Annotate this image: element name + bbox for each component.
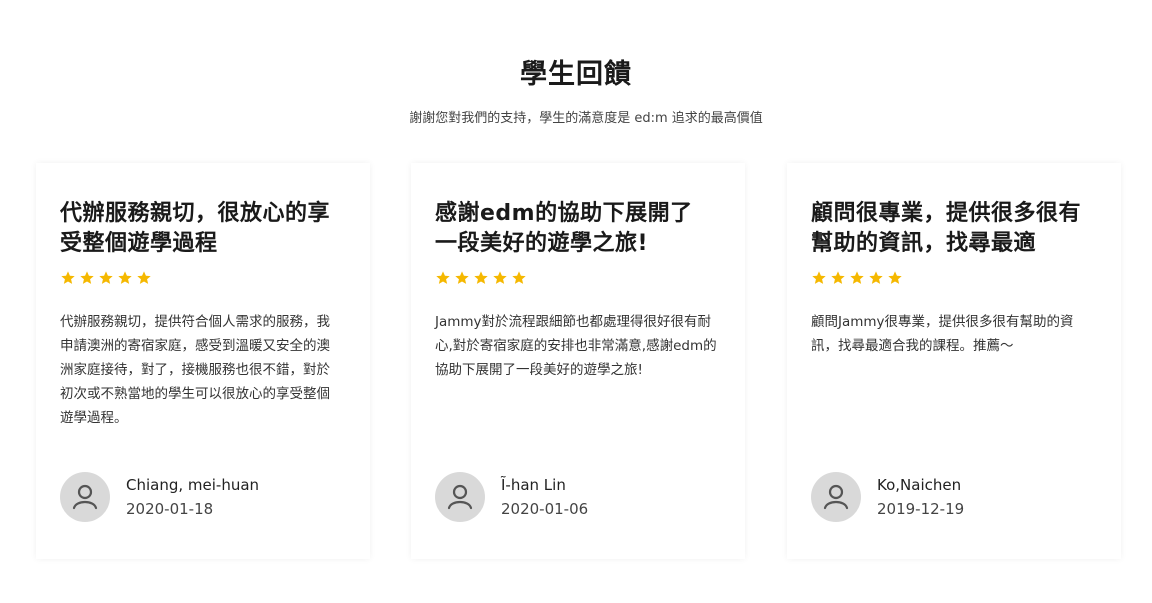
author-info: Ko,Naichen 2019-12-19 xyxy=(877,475,964,520)
review-date: 2019-12-19 xyxy=(877,499,965,518)
author-name: Ko,Naichen xyxy=(877,475,962,494)
star-icon xyxy=(137,271,151,284)
testimonial-card: 顧問很專業，提供很多很有幫助的資訊，找尋最適 顧問Jammy很專業，提供很多很有… xyxy=(787,163,1121,559)
section-title: 學生回饋 xyxy=(520,59,632,90)
user-icon xyxy=(447,484,473,510)
star-icon xyxy=(99,271,113,284)
star-icon xyxy=(869,271,883,284)
testimonial-card: 感謝edm的協助下展開了一段美好的遊學之旅! Jammy對於流程跟細節也都處理得… xyxy=(411,163,745,559)
star-rating xyxy=(435,270,527,286)
testimonial-body: Jammy對於流程跟細節也都處理得很好很有耐心,對於寄宿家庭的安排也非常滿意,感… xyxy=(435,314,717,378)
author-block: Ko,Naichen 2019-12-19 xyxy=(811,472,964,522)
testimonial-heading: 感謝edm的協助下展開了一段美好的遊學之旅! xyxy=(435,201,693,256)
user-icon xyxy=(823,484,849,510)
avatar xyxy=(811,472,861,522)
avatar xyxy=(435,472,485,522)
review-date: 2020-01-06 xyxy=(501,499,589,518)
testimonials-section: 學生回饋 謝謝您對我們的支持，學生的滿意度是 ed:m 追求的最高價值 代辦服務… xyxy=(0,0,1152,603)
star-icon xyxy=(888,271,902,284)
user-icon xyxy=(72,484,98,510)
testimonial-body: 代辦服務親切，提供符合個人需求的服務，我申請澳洲的寄宿家庭，感受到溫暖又安全的澳… xyxy=(60,314,330,426)
author-block: Chiang, mei-huan 2020-01-18 xyxy=(60,472,259,522)
star-icon xyxy=(812,271,826,284)
author-name: Chiang, mei-huan xyxy=(126,475,260,494)
star-icon xyxy=(118,271,132,284)
testimonial-heading: 顧問很專業，提供很多很有幫助的資訊，找尋最適 xyxy=(811,201,1082,256)
star-icon xyxy=(850,271,864,284)
star-icon xyxy=(831,271,845,284)
star-rating xyxy=(811,270,903,286)
section-subtitle: 謝謝您對我們的支持，學生的滿意度是 ed:m 追求的最高價值 xyxy=(409,111,763,126)
star-icon xyxy=(474,271,488,284)
star-icon xyxy=(61,271,75,284)
testimonial-heading: 代辦服務親切，很放心的享受整個遊學過程 xyxy=(60,201,331,256)
review-date: 2020-01-18 xyxy=(126,499,214,518)
star-icon xyxy=(493,271,507,284)
author-name: Ĩ-han Lin xyxy=(501,475,566,494)
author-info: Ĩ-han Lin 2020-01-06 xyxy=(501,475,588,520)
author-block: Ĩ-han Lin 2020-01-06 xyxy=(435,472,588,522)
star-icon xyxy=(512,271,526,284)
author-info: Chiang, mei-huan 2020-01-18 xyxy=(126,475,259,520)
avatar xyxy=(60,472,110,522)
testimonial-body: 顧問Jammy很專業，提供很多很有幫助的資訊，找尋最適合我的課程。推薦～ xyxy=(811,314,1074,354)
star-rating xyxy=(60,270,152,286)
testimonial-card: 代辦服務親切，很放心的享受整個遊學過程 代辦服務親切，提供符合個人需求的服務，我… xyxy=(36,163,370,559)
star-icon xyxy=(80,271,94,284)
star-icon xyxy=(436,271,450,284)
star-icon xyxy=(455,271,469,284)
